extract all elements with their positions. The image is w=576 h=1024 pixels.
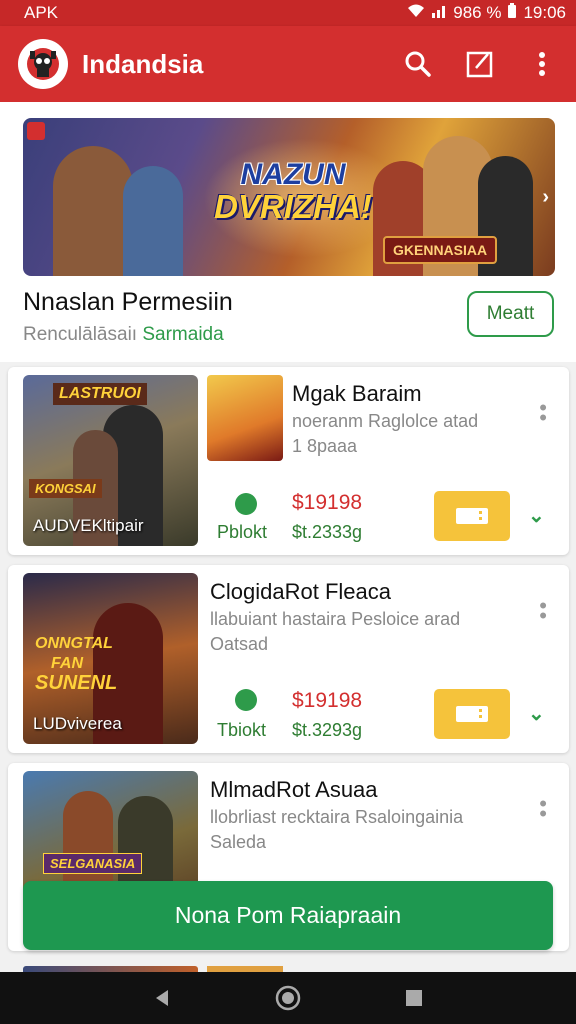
thumbnail-caption: LUDviverea [33,714,122,733]
ticket-icon [456,508,488,524]
buy-button[interactable] [434,491,510,541]
back-icon[interactable] [152,988,172,1008]
chevron-down-icon[interactable]: ⌄ [528,503,545,528]
item-description: llobrliast recktaira Rsaloingainia Saled… [210,807,464,852]
wifi-icon [407,3,425,23]
more-vertical-icon[interactable]: • • [539,595,547,627]
clock: 19:06 [523,3,566,22]
item-meta-label: Pblokt [217,522,268,542]
item-title: ClogidaRot Fleaca [210,579,391,604]
app-title: Indandsia [82,48,204,79]
more-vertical-icon[interactable]: • • [539,397,547,429]
search-icon[interactable] [402,48,434,80]
system-nav-bar [0,972,576,1024]
app-logo-icon[interactable] [18,39,68,89]
item-thumbnail[interactable]: ONNGTAL FAN SUNENL LUDviverea [23,573,198,744]
chevron-down-icon[interactable]: ⌄ [528,701,545,726]
item-price-sub: $t.3293g [292,720,363,740]
featured-subtitle: Renculālāsaiı Sarmaida [23,324,224,345]
buy-button[interactable] [434,689,510,739]
banner-title: NAZUN DVRIZHA! [214,158,372,225]
featured-title: Nnaslan Permesiin [23,288,233,316]
recents-icon[interactable] [404,988,424,1008]
item-small-thumbnail[interactable] [207,375,283,461]
chevron-right-icon[interactable]: › [542,186,549,209]
more-vertical-icon[interactable] [526,48,558,80]
battery-icon [507,2,517,24]
item-price: $19198 [292,491,363,514]
list-item[interactable]: ONNGTAL FAN SUNENL LUDviverea ClogidaRot… [8,565,569,753]
home-icon[interactable] [275,985,301,1011]
primary-action-button[interactable]: Nona Pom Raiapraain [23,881,553,950]
item-title: Mgak Baraim [292,381,422,406]
banner-badge-icon [27,122,45,140]
refresh-icon [235,493,257,515]
signal-icon [431,3,447,23]
main-content: NAZUN DVRIZHA! GKENNASIAA › Nnaslan Perm… [0,102,576,972]
item-description: noeranm Raglolce atad 1 8paaa [292,411,479,456]
more-vertical-icon[interactable]: • • [539,793,547,825]
item-price: $19198 [292,689,363,712]
list-item[interactable]: LASTRUOI KONGSAI AUDVEKltipair Mgak Bara… [8,367,569,555]
item-title: MlmadRot Asuaa [210,777,378,802]
ticket-icon [456,706,488,722]
banner-tag: GKENNASIAA [383,236,498,264]
app-bar: Indandsia [0,26,576,102]
edit-square-icon[interactable] [464,48,496,80]
featured-banner[interactable]: NAZUN DVRIZHA! GKENNASIAA › [23,118,555,276]
status-bar: APK 986 % 19:06 [0,0,576,26]
status-left-text: APK [24,3,59,22]
item-price-sub: $t.2333g [292,522,363,542]
thumbnail-caption: AUDVEKltipair [33,516,144,535]
featured-section: NAZUN DVRIZHA! GKENNASIAA › Nnaslan Perm… [0,102,576,362]
meatt-button[interactable]: Meatt [467,291,554,337]
item-description: llabuiant hastaira Pesloice arad Oatsad [210,609,461,654]
item-thumbnail[interactable]: LASTRUOI KONGSAI AUDVEKltipair [23,375,198,546]
item-meta-label: Tbiokt [217,720,267,740]
battery-percent: 986 % [453,3,502,22]
refresh-icon [235,689,257,711]
